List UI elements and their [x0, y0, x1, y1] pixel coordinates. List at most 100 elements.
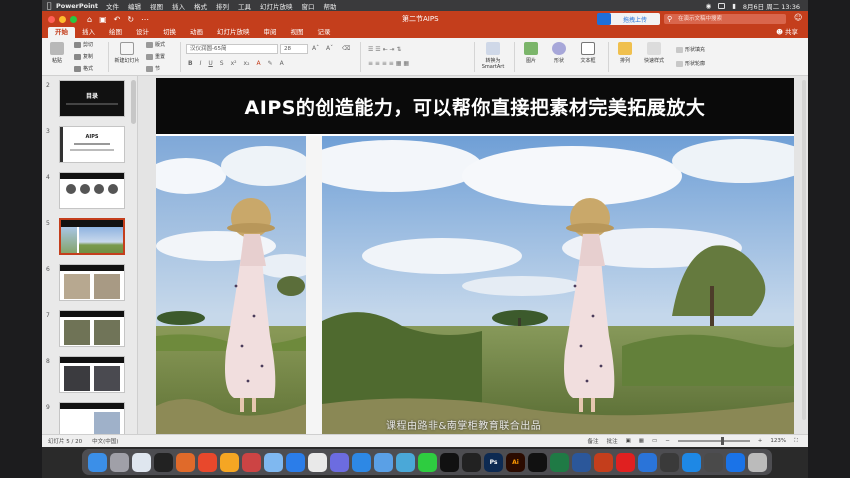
slide-thumbnail[interactable] — [59, 356, 125, 393]
illustrator-icon[interactable]: Ai — [506, 452, 525, 472]
font-color-button[interactable]: A — [257, 60, 261, 67]
launchpad-icon[interactable] — [110, 452, 129, 472]
clock[interactable]: 8月6日 周二 13:36 — [743, 1, 800, 11]
app-icon[interactable] — [660, 452, 679, 472]
app-icon[interactable] — [396, 452, 415, 472]
tab-animations[interactable]: 动画 — [183, 27, 210, 38]
control-center-icon[interactable] — [718, 2, 726, 9]
home-icon[interactable]: ⌂ — [87, 15, 92, 24]
app-icon[interactable] — [330, 452, 349, 472]
clear-format-icon[interactable]: ⌫ — [342, 45, 350, 52]
menu-slideshow[interactable]: 幻灯片放映 — [260, 1, 293, 11]
strike-button[interactable]: S — [220, 60, 224, 67]
app-icon[interactable] — [682, 452, 701, 472]
copy-button[interactable]: 复制 — [74, 53, 93, 60]
wechat-icon[interactable] — [418, 452, 437, 472]
word-icon[interactable] — [572, 452, 591, 472]
tab-transitions[interactable]: 切换 — [156, 27, 183, 38]
quick-styles-button[interactable]: 快速样式 — [640, 42, 668, 64]
tab-home[interactable]: 开始 — [48, 27, 75, 38]
smartart-button[interactable]: 转换为SmartArt — [478, 42, 508, 70]
close-window-button[interactable] — [48, 15, 55, 23]
shrink-font-button[interactable]: Aˇ — [326, 45, 333, 52]
tab-review[interactable]: 审阅 — [257, 27, 284, 38]
emoji-icon[interactable]: ☺ — [794, 13, 802, 22]
excel-icon[interactable] — [550, 452, 569, 472]
app-icon[interactable] — [132, 452, 151, 472]
thumbnail-row[interactable]: 8 — [42, 354, 137, 398]
tab-view[interactable]: 视图 — [284, 27, 311, 38]
expanded-photo[interactable] — [322, 136, 794, 434]
thumbnail-row[interactable]: 3 AIPS — [42, 124, 137, 168]
menu-arrange[interactable]: 排列 — [216, 1, 229, 11]
menu-edit[interactable]: 编辑 — [128, 1, 141, 11]
photoshop-icon[interactable]: Ps — [484, 452, 503, 472]
wifi-icon[interactable]: ◉ — [706, 2, 712, 10]
thumbnail-row[interactable]: 9 — [42, 400, 137, 434]
minimize-window-button[interactable] — [59, 15, 66, 23]
zoom-in-button[interactable]: + — [758, 438, 763, 444]
picture-button[interactable]: 图片 — [520, 42, 542, 64]
zoom-window-button[interactable] — [70, 15, 77, 23]
qq-icon[interactable] — [440, 452, 459, 472]
text-color-button[interactable]: A — [280, 60, 284, 67]
app-icon[interactable] — [264, 452, 283, 472]
battery-icon[interactable]: ▮ — [732, 2, 736, 10]
app-icon[interactable] — [616, 452, 635, 472]
app-icon[interactable] — [242, 452, 261, 472]
trash-icon[interactable] — [748, 452, 767, 472]
thumbnail-row[interactable]: 6 — [42, 262, 137, 306]
shape-button[interactable]: 形状 — [548, 42, 570, 64]
paste-button[interactable]: 粘贴 — [48, 42, 66, 64]
slide-thumbnail[interactable] — [59, 172, 125, 209]
subscript-button[interactable]: x₂ — [244, 60, 250, 67]
notes-button[interactable]: 备注 — [588, 437, 599, 445]
thumbnail-row[interactable]: 5 — [42, 216, 137, 260]
reset-button[interactable]: 重置 — [146, 53, 165, 60]
highlight-button[interactable]: ✎ — [268, 60, 273, 67]
save-icon[interactable]: ▣ — [99, 15, 107, 24]
normal-view-icon[interactable]: ▣ — [626, 438, 631, 444]
bullets-icon[interactable]: ☰ ☰ ⇤ ⇥ ⇅ — [368, 46, 401, 53]
tab-draw[interactable]: 绘图 — [102, 27, 129, 38]
underline-button[interactable]: U — [208, 60, 212, 67]
zoom-out-button[interactable]: − — [665, 438, 670, 444]
slide-canvas[interactable]: AIPS的创造能力，可以帮你直接把素材完美拓展放大 课程由路非&南掌柜教育联合出… — [138, 76, 808, 434]
terminal-icon[interactable] — [462, 452, 481, 472]
menu-insert[interactable]: 插入 — [172, 1, 185, 11]
menu-format[interactable]: 格式 — [194, 1, 207, 11]
thumbnail-row[interactable]: 4 — [42, 170, 137, 214]
language-status[interactable]: 中文(中国) — [92, 437, 118, 445]
sorter-view-icon[interactable]: ▦ — [639, 438, 644, 444]
redo-icon[interactable]: ↻ — [127, 15, 134, 24]
app-icon[interactable] — [374, 452, 393, 472]
section-button[interactable]: 节 — [146, 65, 160, 72]
align-icon[interactable]: ≡ ≡ ≡ ≡ ▦ ▦ — [368, 60, 409, 67]
slide-thumbnail[interactable] — [59, 310, 125, 347]
comments-button[interactable]: 批注 — [607, 437, 618, 445]
undo-icon[interactable]: ↶ — [114, 15, 121, 24]
app-icon[interactable] — [704, 452, 723, 472]
superscript-button[interactable]: x² — [231, 60, 237, 67]
cut-button[interactable]: 剪切 — [74, 41, 93, 48]
textbox-button[interactable]: 文本框 — [576, 42, 600, 64]
menu-help[interactable]: 帮助 — [324, 1, 337, 11]
slide-thumbnail[interactable] — [59, 402, 125, 434]
menu-view[interactable]: 视图 — [150, 1, 163, 11]
format-painter-button[interactable]: 格式 — [74, 65, 93, 72]
thumbnail-row[interactable]: 7 — [42, 308, 137, 352]
weibo-icon[interactable] — [198, 452, 217, 472]
slide-title[interactable]: AIPS的创造能力，可以帮你直接把素材完美拓展放大 — [245, 93, 706, 120]
original-photo[interactable] — [156, 136, 306, 434]
tab-record[interactable]: 记录 — [311, 27, 338, 38]
reading-view-icon[interactable]: ▭ — [652, 438, 657, 444]
zoom-slider-knob[interactable] — [720, 437, 724, 445]
capcut-icon[interactable] — [528, 452, 547, 472]
app-icon[interactable] — [638, 452, 657, 472]
fit-window-icon[interactable]: ⛶ — [794, 438, 798, 445]
tab-design[interactable]: 设计 — [129, 27, 156, 38]
italic-button[interactable]: I — [200, 60, 202, 67]
zoom-slider[interactable] — [677, 437, 750, 445]
slide-thumbnail[interactable] — [59, 264, 125, 301]
menu-window[interactable]: 窗口 — [302, 1, 315, 11]
